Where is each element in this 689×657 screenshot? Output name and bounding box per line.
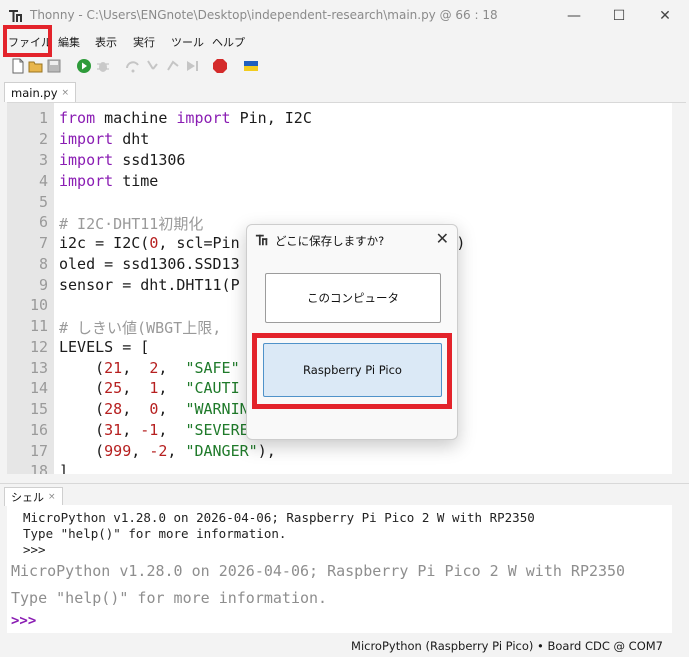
menu-help[interactable]: ヘルプ xyxy=(212,34,245,50)
window-title: Thonny - C:\Users\ENGnote\Desktop\indepe… xyxy=(30,8,498,22)
shell-output-line: Type "help()" for more information. xyxy=(23,526,287,541)
code-line: import ssd1306 xyxy=(59,151,186,169)
line-number: 18 xyxy=(29,462,48,474)
shell-tab-close-icon[interactable]: × xyxy=(48,492,56,502)
line-number: 10 xyxy=(29,296,48,314)
title-bar: Thonny - C:\Users\ENGnote\Desktop\indepe… xyxy=(0,0,689,31)
line-number: 16 xyxy=(29,421,48,439)
code-line: # I2C·DHT11初期化 xyxy=(59,215,204,233)
dialog-title: どこに保存しますか? xyxy=(275,234,385,248)
dialog-close-button[interactable]: ✕ xyxy=(436,229,449,248)
maximize-button[interactable]: ☐ xyxy=(596,0,642,31)
code-line: # しきい値(WBGT上限, xyxy=(59,319,231,337)
interpreter-status[interactable]: MicroPython (Raspberry Pi Pico) • Board … xyxy=(351,639,663,653)
shell-prompt[interactable]: >>> xyxy=(11,613,36,629)
step-into-icon[interactable] xyxy=(145,58,161,74)
line-number: 14 xyxy=(29,379,48,397)
tab-label: main.py xyxy=(11,85,58,100)
code-line: (999, -2, "DANGER"), xyxy=(59,442,276,460)
close-window-button[interactable]: ✕ xyxy=(642,0,688,31)
line-number: 11 xyxy=(29,317,48,335)
new-file-icon[interactable] xyxy=(10,58,26,74)
code-line: LEVELS = [ xyxy=(59,338,150,356)
file-menu-highlight-box xyxy=(3,25,52,57)
line-number: 17 xyxy=(29,442,48,460)
code-line: sensor = dht.DHT11(P xyxy=(59,276,240,294)
line-number: 3 xyxy=(38,151,48,169)
code-line: import dht xyxy=(59,130,150,148)
code-line: oled = ssd1306.SSD13 xyxy=(59,255,240,273)
line-number: 9 xyxy=(38,276,48,294)
status-bar: MicroPython (Raspberry Pi Pico) • Board … xyxy=(0,634,689,657)
thonny-app-icon xyxy=(9,10,22,22)
menu-run[interactable]: 実行 xyxy=(133,34,155,50)
line-number: 15 xyxy=(29,400,48,418)
debug-icon[interactable] xyxy=(95,58,111,74)
line-number-gutter: 1 2 3 4 5 6 7 8 9 10 11 12 13 14 15 16 1… xyxy=(7,103,54,474)
shell-console[interactable]: MicroPython v1.28.0 on 2026-04-06; Raspb… xyxy=(7,505,686,633)
shell-tab-row: シェル × xyxy=(0,483,689,506)
shell-scrollbar[interactable] xyxy=(672,505,686,633)
line-number: 12 xyxy=(29,338,48,356)
editor-scrollbar[interactable] xyxy=(672,103,686,474)
resume-icon[interactable] xyxy=(184,58,200,74)
save-icon[interactable] xyxy=(46,58,62,74)
shell-output-line: MicroPython v1.28.0 on 2026-04-06; Raspb… xyxy=(23,510,535,525)
tab-close-icon[interactable]: × xyxy=(62,88,70,98)
tab-main-py[interactable]: main.py × xyxy=(4,82,77,102)
shell-output-line: MicroPython v1.28.0 on 2026-04-06; Raspb… xyxy=(11,562,626,580)
shell-output-line: Type "help()" for more information. xyxy=(11,589,328,607)
pico-button-highlight-box xyxy=(252,333,452,409)
minimize-button[interactable]: — xyxy=(551,0,597,31)
line-number: 7 xyxy=(38,234,48,252)
step-out-icon[interactable] xyxy=(165,58,181,74)
step-over-icon[interactable] xyxy=(125,58,141,74)
ukraine-flag-icon[interactable] xyxy=(243,58,259,74)
stop-icon[interactable] xyxy=(212,58,228,74)
line-number: 1 xyxy=(38,109,48,127)
code-line: from machine import Pin, I2C xyxy=(59,109,312,127)
menu-bar: ファイル 編集 表示 実行 ツール ヘルプ xyxy=(0,31,689,52)
menu-tools[interactable]: ツール xyxy=(171,34,204,50)
open-file-icon[interactable] xyxy=(28,58,44,74)
line-number: 4 xyxy=(38,172,48,190)
line-number: 13 xyxy=(29,359,48,377)
run-icon[interactable] xyxy=(76,58,92,74)
editor-tab-row: main.py × xyxy=(0,80,689,102)
line-number: 5 xyxy=(38,193,48,211)
shell-tab-label: シェル xyxy=(11,491,44,504)
toolbar xyxy=(0,55,689,77)
code-line: ] xyxy=(59,462,69,474)
menu-view[interactable]: 表示 xyxy=(95,34,117,50)
save-to-computer-button[interactable]: このコンピュータ xyxy=(265,273,441,323)
line-number: 8 xyxy=(38,255,48,273)
code-line: (25, 1, "CAUTI xyxy=(59,379,240,397)
code-line: import time xyxy=(59,172,159,190)
thonny-window: Thonny - C:\Users\ENGnote\Desktop\indepe… xyxy=(0,0,689,657)
thonny-app-icon xyxy=(255,234,268,246)
line-number: 6 xyxy=(38,213,48,231)
tab-shell[interactable]: シェル × xyxy=(4,487,63,506)
line-number: 2 xyxy=(38,130,48,148)
code-line: (21, 2, "SAFE" xyxy=(59,359,240,377)
code-line: (31, -1, "SEVERE"), xyxy=(59,421,276,439)
menu-edit[interactable]: 編集 xyxy=(58,34,80,50)
shell-output-line: >>> xyxy=(23,542,46,557)
